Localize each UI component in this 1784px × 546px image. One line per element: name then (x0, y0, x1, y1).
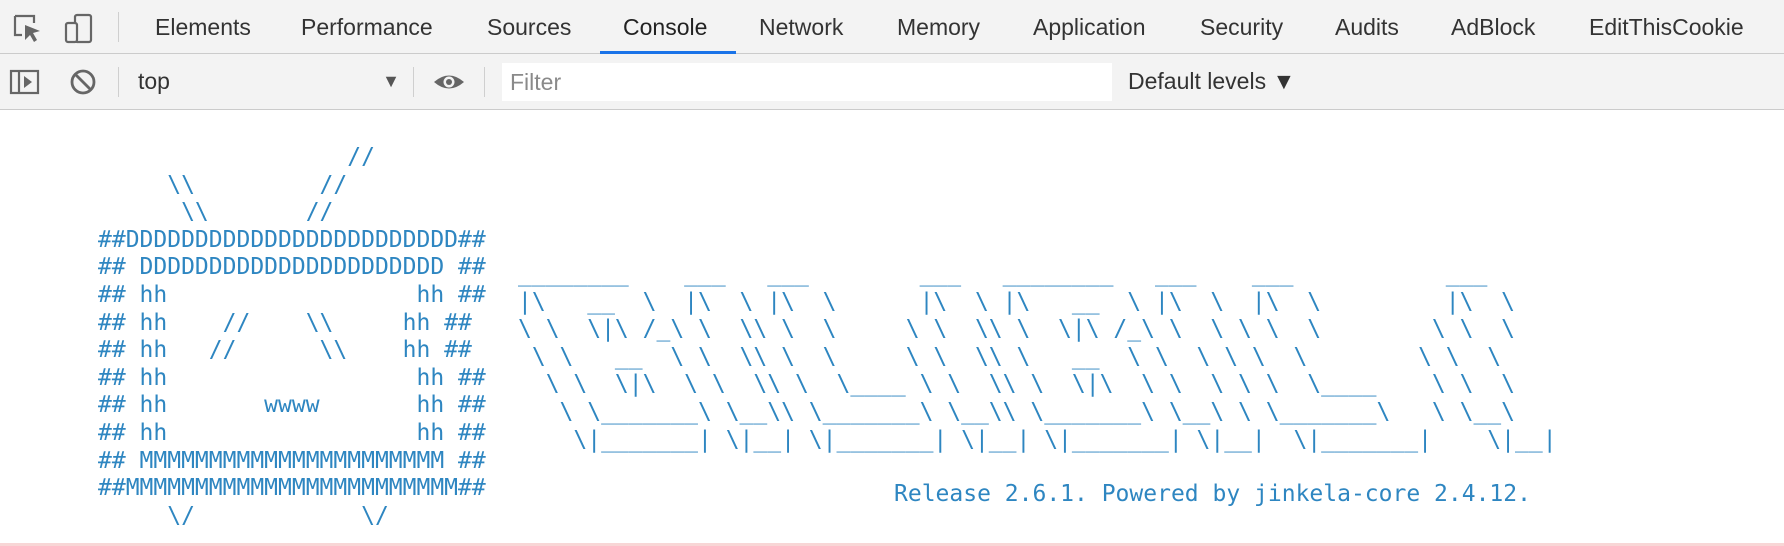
tab-console[interactable]: Console (600, 0, 736, 54)
toolbar-divider (484, 67, 485, 97)
log-levels-label: Default levels ▼ (1128, 68, 1296, 94)
tab-elements[interactable]: Elements (155, 0, 251, 54)
javascript-context-select[interactable]: top ▼ (138, 62, 400, 100)
live-expression-eye-icon[interactable] (432, 65, 466, 99)
toolbar-divider (118, 12, 119, 42)
log-levels-dropdown[interactable]: Default levels ▼ (1128, 62, 1295, 100)
tab-audits[interactable]: Audits (1335, 0, 1399, 54)
release-message: Release 2.6.1. Powered by jinkela-core 2… (894, 481, 1531, 507)
tab-application[interactable]: Application (1033, 0, 1146, 54)
toolbar-divider (413, 67, 414, 97)
console-output: // \\ // \\ // ##DDDDDDDDDDDDDDDDDDDDDDD… (0, 110, 1784, 546)
console-filter-input[interactable] (502, 63, 1112, 101)
ascii-art-logo: ________ ___ ___ ___ ________ ___ ___ __… (518, 261, 1557, 453)
tab-sources[interactable]: Sources (487, 0, 571, 54)
tab-security[interactable]: Security (1200, 0, 1283, 54)
context-value: top (138, 68, 170, 94)
device-toolbar-icon[interactable] (62, 11, 96, 45)
tab-editthiscookie[interactable]: EditThisCookie (1589, 0, 1744, 54)
ascii-art-mascot: // \\ // \\ // ##DDDDDDDDDDDDDDDDDDDDDDD… (98, 144, 486, 529)
tab-memory[interactable]: Memory (897, 0, 980, 54)
toolbar-divider (118, 67, 119, 97)
console-toolbar: top ▼ Default levels ▼ (0, 54, 1784, 110)
devtools-tab-bar: Elements Performance Sources Console Net… (0, 0, 1784, 54)
inspect-element-icon[interactable] (10, 11, 44, 45)
chevron-down-icon: ▼ (382, 71, 400, 91)
clear-console-icon[interactable] (66, 65, 100, 99)
sidebar-toggle-icon[interactable] (8, 65, 42, 99)
tab-network[interactable]: Network (759, 0, 843, 54)
tab-performance[interactable]: Performance (301, 0, 433, 54)
tab-adblock[interactable]: AdBlock (1451, 0, 1535, 54)
